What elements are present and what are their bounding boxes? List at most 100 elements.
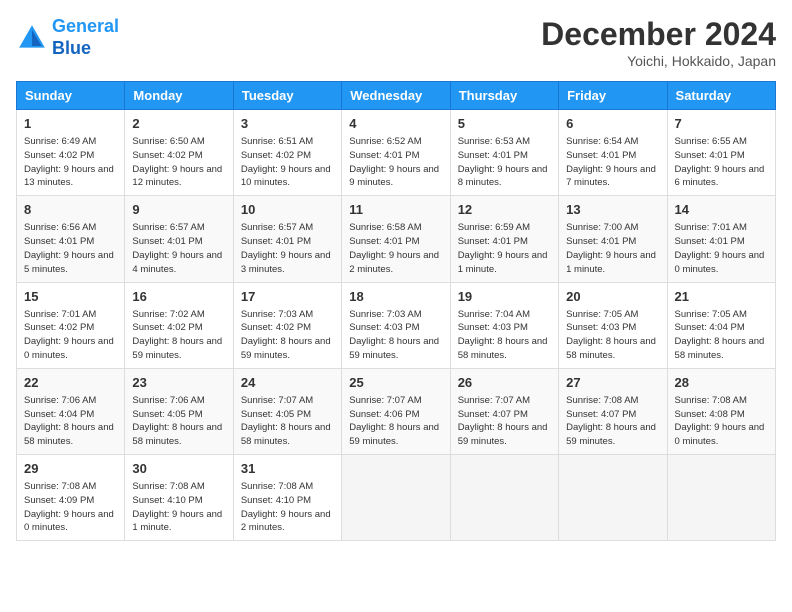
logo: GeneralBlue <box>16 16 119 59</box>
calendar-table: Sunday Monday Tuesday Wednesday Thursday… <box>16 81 776 541</box>
day-number: 19 <box>458 288 551 306</box>
weekday-header-row: Sunday Monday Tuesday Wednesday Thursday… <box>17 82 776 110</box>
cell-info: Sunrise: 6:52 AMSunset: 4:01 PMDaylight:… <box>349 135 442 190</box>
location: Yoichi, Hokkaido, Japan <box>541 53 776 69</box>
cell-info: Sunrise: 7:08 AMSunset: 4:07 PMDaylight:… <box>566 394 659 449</box>
cell-info: Sunrise: 6:57 AMSunset: 4:01 PMDaylight:… <box>132 221 225 276</box>
day-number: 4 <box>349 115 442 133</box>
calendar-cell: 14Sunrise: 7:01 AMSunset: 4:01 PMDayligh… <box>667 196 775 282</box>
calendar-cell: 11 Sunrise: 6:58 AMSunset: 4:01 PMDayligh… <box>342 196 450 282</box>
calendar-cell: 29 Sunrise: 7:08 AMSunset: 4:09 PMDayligh… <box>17 455 125 541</box>
day-number: 25 <box>349 374 442 392</box>
calendar-cell: 6 Sunrise: 6:54 AMSunset: 4:01 PMDaylight… <box>559 110 667 196</box>
calendar-cell: 26 Sunrise: 7:07 AMSunset: 4:07 PMDayligh… <box>450 368 558 454</box>
day-number: 26 <box>458 374 551 392</box>
cell-info: Sunrise: 6:50 AMSunset: 4:02 PMDaylight:… <box>132 135 225 190</box>
cell-info: Sunrise: 7:07 AMSunset: 4:06 PMDaylight:… <box>349 394 442 449</box>
day-number: 23 <box>132 374 225 392</box>
day-number: 17 <box>241 288 334 306</box>
calendar-cell: 28Sunrise: 7:08 AMSunset: 4:08 PMDayligh… <box>667 368 775 454</box>
calendar-cell: 17 Sunrise: 7:03 AMSunset: 4:02 PMDayligh… <box>233 282 341 368</box>
day-number: 11 <box>349 201 442 219</box>
cell-info: Sunrise: 7:00 AMSunset: 4:01 PMDaylight:… <box>566 221 659 276</box>
calendar-cell: 23 Sunrise: 7:06 AMSunset: 4:05 PMDayligh… <box>125 368 233 454</box>
calendar-cell: 15Sunrise: 7:01 AMSunset: 4:02 PMDayligh… <box>17 282 125 368</box>
calendar-cell: 7Sunrise: 6:55 AMSunset: 4:01 PMDaylight… <box>667 110 775 196</box>
cell-info: Sunrise: 7:04 AMSunset: 4:03 PMDaylight:… <box>458 308 551 363</box>
day-number: 31 <box>241 460 334 478</box>
cell-info: Sunrise: 7:02 AMSunset: 4:02 PMDaylight:… <box>132 308 225 363</box>
calendar-cell: 21Sunrise: 7:05 AMSunset: 4:04 PMDayligh… <box>667 282 775 368</box>
calendar-cell: 31 Sunrise: 7:08 AMSunset: 4:10 PMDayligh… <box>233 455 341 541</box>
calendar-cell: 27 Sunrise: 7:08 AMSunset: 4:07 PMDayligh… <box>559 368 667 454</box>
cell-info: Sunrise: 6:51 AMSunset: 4:02 PMDaylight:… <box>241 135 334 190</box>
day-number: 28 <box>675 374 768 392</box>
month-title: December 2024 <box>541 16 776 53</box>
day-number: 18 <box>349 288 442 306</box>
cell-info: Sunrise: 7:05 AMSunset: 4:04 PMDaylight:… <box>675 308 768 363</box>
title-block: December 2024 Yoichi, Hokkaido, Japan <box>541 16 776 69</box>
cell-info: Sunrise: 6:49 AMSunset: 4:02 PMDaylight:… <box>24 135 117 190</box>
calendar-cell: 5 Sunrise: 6:53 AMSunset: 4:01 PMDaylight… <box>450 110 558 196</box>
day-number: 1 <box>24 115 117 133</box>
cell-info: Sunrise: 7:08 AMSunset: 4:10 PMDaylight:… <box>241 480 334 535</box>
calendar-cell: 22 Sunrise: 7:06 AMSunset: 4:04 PMDayligh… <box>17 368 125 454</box>
cell-info: Sunrise: 7:06 AMSunset: 4:05 PMDaylight:… <box>132 394 225 449</box>
calendar-cell: 12Sunrise: 6:59 AMSunset: 4:01 PMDayligh… <box>450 196 558 282</box>
cell-info: Sunrise: 6:54 AMSunset: 4:01 PMDaylight:… <box>566 135 659 190</box>
day-number: 9 <box>132 201 225 219</box>
calendar-cell: 19 Sunrise: 7:04 AMSunset: 4:03 PMDayligh… <box>450 282 558 368</box>
header-friday: Friday <box>559 82 667 110</box>
calendar-cell: 20 Sunrise: 7:05 AMSunset: 4:03 PMDayligh… <box>559 282 667 368</box>
calendar-cell <box>667 455 775 541</box>
header-saturday: Saturday <box>667 82 775 110</box>
calendar-row: 22 Sunrise: 7:06 AMSunset: 4:04 PMDayligh… <box>17 368 776 454</box>
calendar-cell: 16Sunrise: 7:02 AMSunset: 4:02 PMDayligh… <box>125 282 233 368</box>
page-header: GeneralBlue December 2024 Yoichi, Hokkai… <box>16 16 776 69</box>
day-number: 8 <box>24 201 117 219</box>
cell-info: Sunrise: 7:05 AMSunset: 4:03 PMDaylight:… <box>566 308 659 363</box>
header-sunday: Sunday <box>17 82 125 110</box>
calendar-cell: 18Sunrise: 7:03 AMSunset: 4:03 PMDayligh… <box>342 282 450 368</box>
cell-info: Sunrise: 7:08 AMSunset: 4:10 PMDaylight:… <box>132 480 225 535</box>
day-number: 13 <box>566 201 659 219</box>
calendar-cell <box>342 455 450 541</box>
cell-info: Sunrise: 6:53 AMSunset: 4:01 PMDaylight:… <box>458 135 551 190</box>
day-number: 14 <box>675 201 768 219</box>
calendar-row: 1 Sunrise: 6:49 AMSunset: 4:02 PMDaylight… <box>17 110 776 196</box>
day-number: 20 <box>566 288 659 306</box>
cell-info: Sunrise: 7:03 AMSunset: 4:02 PMDaylight:… <box>241 308 334 363</box>
header-wednesday: Wednesday <box>342 82 450 110</box>
cell-info: Sunrise: 7:07 AMSunset: 4:07 PMDaylight:… <box>458 394 551 449</box>
day-number: 12 <box>458 201 551 219</box>
day-number: 5 <box>458 115 551 133</box>
day-number: 15 <box>24 288 117 306</box>
calendar-row: 8Sunrise: 6:56 AMSunset: 4:01 PMDaylight… <box>17 196 776 282</box>
cell-info: Sunrise: 7:08 AMSunset: 4:09 PMDaylight:… <box>24 480 117 535</box>
day-number: 2 <box>132 115 225 133</box>
logo-text: GeneralBlue <box>52 16 119 59</box>
day-number: 3 <box>241 115 334 133</box>
header-tuesday: Tuesday <box>233 82 341 110</box>
calendar-row: 29 Sunrise: 7:08 AMSunset: 4:09 PMDayligh… <box>17 455 776 541</box>
calendar-cell: 8Sunrise: 6:56 AMSunset: 4:01 PMDaylight… <box>17 196 125 282</box>
calendar-body: 1 Sunrise: 6:49 AMSunset: 4:02 PMDaylight… <box>17 110 776 541</box>
day-number: 29 <box>24 460 117 478</box>
day-number: 27 <box>566 374 659 392</box>
header-monday: Monday <box>125 82 233 110</box>
day-number: 24 <box>241 374 334 392</box>
logo-icon <box>16 22 48 54</box>
calendar-cell: 10Sunrise: 6:57 AMSunset: 4:01 PMDayligh… <box>233 196 341 282</box>
calendar-row: 15Sunrise: 7:01 AMSunset: 4:02 PMDayligh… <box>17 282 776 368</box>
calendar-cell: 24Sunrise: 7:07 AMSunset: 4:05 PMDayligh… <box>233 368 341 454</box>
calendar-cell: 30Sunrise: 7:08 AMSunset: 4:10 PMDayligh… <box>125 455 233 541</box>
calendar-cell: 25 Sunrise: 7:07 AMSunset: 4:06 PMDayligh… <box>342 368 450 454</box>
calendar-cell <box>559 455 667 541</box>
cell-info: Sunrise: 7:06 AMSunset: 4:04 PMDaylight:… <box>24 394 117 449</box>
day-number: 6 <box>566 115 659 133</box>
day-number: 7 <box>675 115 768 133</box>
cell-info: Sunrise: 6:58 AMSunset: 4:01 PMDaylight:… <box>349 221 442 276</box>
day-number: 22 <box>24 374 117 392</box>
calendar-cell <box>450 455 558 541</box>
header-thursday: Thursday <box>450 82 558 110</box>
